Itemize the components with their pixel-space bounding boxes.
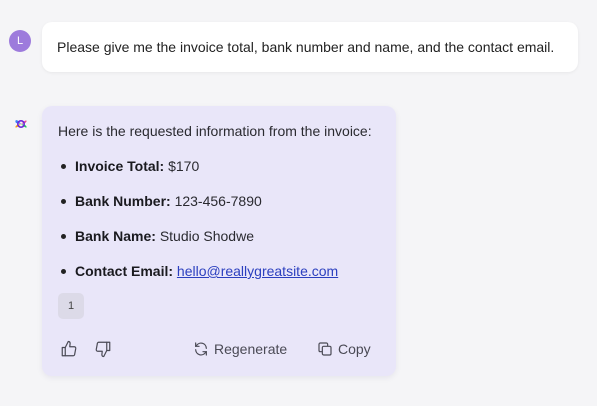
list-item-contact-email: Contact Email: hello@reallygreatsite.com xyxy=(61,263,338,279)
list-item-bank-number: Bank Number: 123-456-7890 xyxy=(61,193,262,209)
item-value: Studio Shodwe xyxy=(159,228,254,244)
bullet xyxy=(61,234,66,239)
bullet xyxy=(61,164,66,169)
item-label: Contact Email: xyxy=(75,263,177,279)
item-value: $170 xyxy=(168,158,200,174)
list-item-bank-name: Bank Name: Studio Shodwe xyxy=(61,228,254,244)
regenerate-button[interactable]: Regenerate xyxy=(193,338,287,360)
thumbs-up-icon xyxy=(60,340,78,358)
item-value: 123-456-7890 xyxy=(174,193,262,209)
user-avatar: L xyxy=(9,30,31,52)
sparkle-logo-icon xyxy=(13,116,29,132)
copy-icon xyxy=(317,341,333,357)
thumbs-up-button[interactable] xyxy=(58,338,80,360)
item-label: Bank Number: xyxy=(75,193,175,209)
list-item-invoice-total: Invoice Total: $170 xyxy=(61,158,200,174)
item-label: Bank Name: xyxy=(75,228,160,244)
bullet xyxy=(61,269,66,274)
item-label: Invoice Total: xyxy=(75,158,169,174)
email-link[interactable]: hello@reallygreatsite.com xyxy=(177,263,338,279)
regenerate-label: Regenerate xyxy=(214,341,288,357)
thumbs-down-icon xyxy=(94,340,112,358)
refresh-icon xyxy=(193,341,209,357)
citation-badge[interactable]: 1 xyxy=(58,293,84,319)
assistant-response-card: Here is the requested information from t… xyxy=(42,106,396,376)
user-message-text: Please give me the invoice total, bank n… xyxy=(57,39,555,55)
copy-button[interactable]: Copy xyxy=(317,338,371,360)
user-message-bubble: Please give me the invoice total, bank n… xyxy=(42,22,578,72)
bullet xyxy=(61,199,66,204)
copy-label: Copy xyxy=(338,341,371,357)
thumbs-down-button[interactable] xyxy=(92,338,114,360)
response-intro: Here is the requested information from t… xyxy=(58,123,372,139)
